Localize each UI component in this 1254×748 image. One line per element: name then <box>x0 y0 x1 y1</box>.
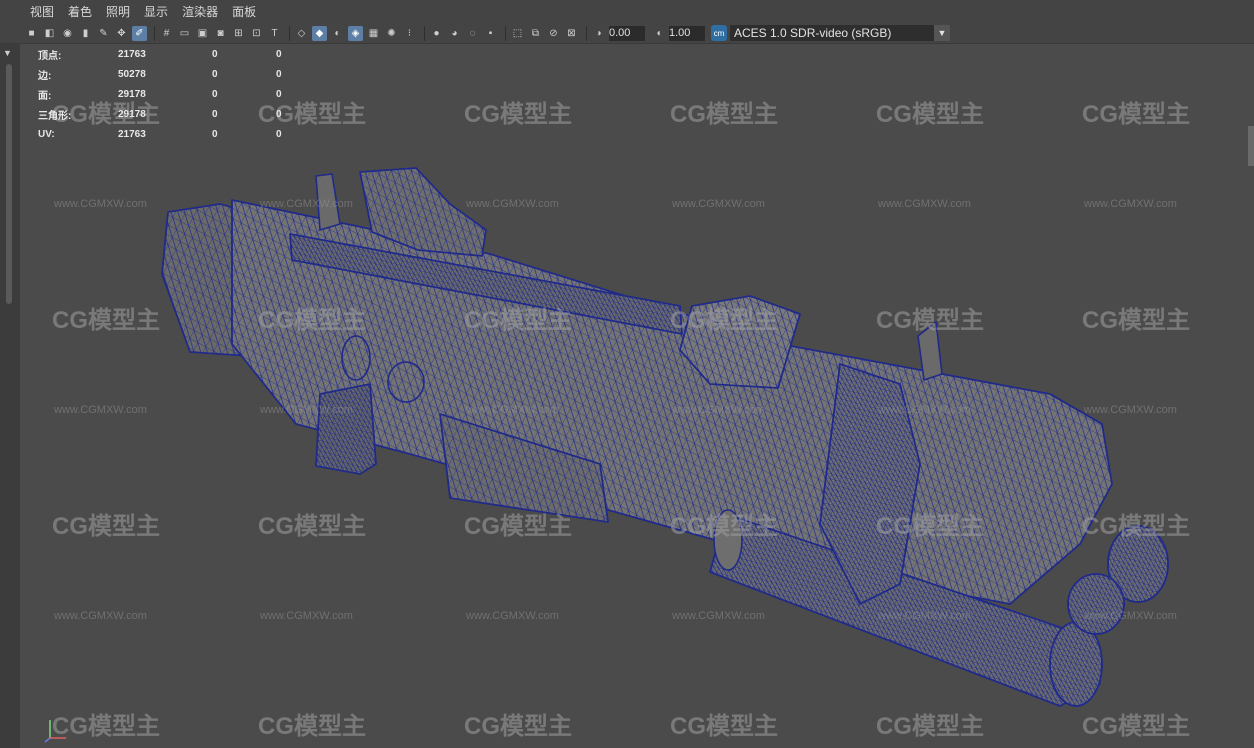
color-management-icon[interactable]: cm <box>711 25 727 41</box>
hud-value: 50278 <box>118 68 146 80</box>
poly-count-hud: 顶点: 21763 0 0 边: 50278 0 0 面: 29178 0 0 … <box>38 44 282 144</box>
hud-value: 0 <box>276 48 282 60</box>
hud-value: 0 <box>212 88 218 100</box>
xray-components-icon[interactable]: ⊠ <box>564 26 579 41</box>
safe-action-icon[interactable]: ⊡ <box>249 26 264 41</box>
hud-row-uvs: UV: 21763 0 0 <box>38 124 282 144</box>
panel-toolbar: ■ ◧ ◉ ▮ ✎ ✥ ✐ # ▭ ▣ ◙ ⊞ ⊡ T ◇ ◆ ◐ ◈ ▦ ✺ … <box>0 23 1254 44</box>
collapse-caret-icon[interactable]: ▼ <box>3 48 12 58</box>
two-d-pan-icon[interactable]: ✥ <box>114 26 129 41</box>
shadows-icon[interactable]: ⁝ <box>402 26 417 41</box>
gamma-field[interactable] <box>669 25 705 41</box>
left-dock-strip: ▼ <box>0 44 20 748</box>
xray-icon[interactable]: ⧉ <box>528 26 543 41</box>
hud-label: UV: <box>38 128 55 140</box>
hud-value: 0 <box>212 128 218 140</box>
grease-pencil-icon[interactable]: ✎ <box>96 26 111 41</box>
view-transform-label: ACES 1.0 SDR-video (sRGB) <box>734 26 892 40</box>
toolbar-divider <box>154 25 155 41</box>
hud-value: 0 <box>276 88 282 100</box>
grid-icon[interactable]: # <box>159 26 174 41</box>
toolbar-divider <box>586 25 587 41</box>
hud-value: 0 <box>212 108 218 120</box>
menu-panels[interactable]: 面板 <box>232 3 256 20</box>
mesh-barrel-ends <box>1067 525 1169 635</box>
exposure-icon[interactable]: ◑ <box>591 26 606 41</box>
hud-value: 0 <box>212 68 218 80</box>
3d-viewport[interactable]: CG模型主 CG模型主 CG模型主 CG模型主 CG模型主 CG模型主 www.… <box>20 44 1254 748</box>
film-gate-icon[interactable]: ▭ <box>177 26 192 41</box>
hud-value: 29178 <box>118 88 146 100</box>
ambient-occlusion-icon[interactable]: ● <box>429 26 444 41</box>
smooth-shade-icon[interactable]: ◆ <box>312 25 327 41</box>
menu-renderer[interactable]: 渲染器 <box>182 3 218 20</box>
bookmark-icon[interactable]: ◉ <box>60 26 75 41</box>
wireframe-on-shaded-icon[interactable]: ◈ <box>348 25 363 41</box>
toolbar-divider <box>505 25 506 41</box>
hud-row-vertices: 顶点: 21763 0 0 <box>38 44 282 64</box>
hud-value: 21763 <box>118 128 146 140</box>
depth-of-field-icon[interactable]: ◌ <box>465 26 480 41</box>
pencil-active-icon[interactable]: ✐ <box>132 25 147 41</box>
maya-window: 视图 着色 照明 显示 渲染器 面板 ■ ◧ ◉ ▮ ✎ ✥ ✐ # ▭ ▣ ◙… <box>0 0 1254 748</box>
camera-attributes-icon[interactable]: ◧ <box>42 26 57 41</box>
hud-label: 边: <box>38 70 52 82</box>
hud-value: 21763 <box>118 48 146 60</box>
panel-menu-bar: 视图 着色 照明 显示 渲染器 面板 <box>0 0 1254 23</box>
safe-title-icon[interactable]: T <box>267 26 282 41</box>
image-plane-icon[interactable]: ▮ <box>78 26 93 41</box>
weapon-mesh-wireframe <box>161 167 1169 707</box>
camera-select-icon[interactable]: ■ <box>24 26 39 41</box>
resolution-gate-icon[interactable]: ▣ <box>195 26 210 41</box>
right-panel-handle[interactable] <box>1248 126 1254 166</box>
toolbar-divider <box>289 25 290 41</box>
mesh-rear-sight <box>315 173 341 231</box>
lights-icon[interactable]: ✺ <box>384 26 399 41</box>
wireframe-icon[interactable]: ◇ <box>294 26 309 41</box>
gamma-icon[interactable]: ◖ <box>651 26 666 41</box>
menu-show[interactable]: 显示 <box>144 3 168 20</box>
toolbar-divider <box>424 25 425 41</box>
exposure-field[interactable] <box>609 25 645 41</box>
default-material-icon[interactable]: ◐ <box>330 26 345 41</box>
hud-row-edges: 边: 50278 0 0 <box>38 64 282 84</box>
motion-blur-icon[interactable]: ▪ <box>483 26 498 41</box>
xray-joints-icon[interactable]: ⊘ <box>546 26 561 41</box>
hud-row-faces: 面: 29178 0 0 <box>38 84 282 104</box>
anti-aliasing-icon[interactable]: ◕ <box>447 26 462 41</box>
menu-shading[interactable]: 着色 <box>68 3 92 20</box>
field-chart-icon[interactable]: ⊞ <box>231 26 246 41</box>
menu-lighting[interactable]: 照明 <box>106 3 130 20</box>
hud-value: 0 <box>212 48 218 60</box>
hud-value: 0 <box>276 108 282 120</box>
hud-row-triangles: 三角形: 29178 0 0 <box>38 104 282 124</box>
textured-icon[interactable]: ▦ <box>366 26 381 41</box>
isolate-select-icon[interactable]: ⬚ <box>510 26 525 41</box>
left-scrollbar[interactable] <box>6 64 12 304</box>
view-transform-dropdown[interactable]: ACES 1.0 SDR-video (sRGB) ▼ <box>730 25 950 41</box>
view-axis-gizmo-icon <box>44 720 66 743</box>
gate-mask-icon[interactable]: ◙ <box>213 26 228 41</box>
hud-label: 面: <box>38 90 52 102</box>
hud-label: 三角形: <box>38 110 72 122</box>
menu-view[interactable]: 视图 <box>30 3 54 20</box>
hud-value: 29178 <box>118 108 146 120</box>
hud-value: 0 <box>276 128 282 140</box>
hud-label: 顶点: <box>38 50 62 62</box>
mesh-grip <box>315 383 377 475</box>
chevron-down-icon[interactable]: ▼ <box>934 25 950 41</box>
hud-value: 0 <box>276 68 282 80</box>
